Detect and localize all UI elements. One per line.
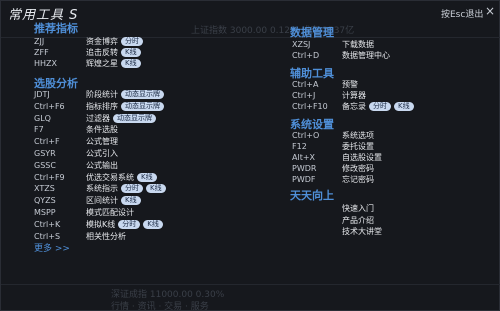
shortcut-key: Ctrl+J xyxy=(292,91,316,100)
mode-tag[interactable]: 动态显示牌 xyxy=(121,101,164,111)
shortcut-key: ZJJ xyxy=(34,37,45,46)
section-title: 系统设置 xyxy=(290,118,334,131)
mode-tag[interactable]: 分时 xyxy=(121,37,143,46)
tool-label: 公式管理 xyxy=(86,137,118,147)
shortcut-key: QYZS xyxy=(34,196,56,206)
tool-label: 条件选股 xyxy=(86,125,118,135)
shortcut-key: GSSC xyxy=(34,160,56,170)
shortcut-key: JDTJ xyxy=(34,90,50,99)
shortcut-key: Alt+X xyxy=(292,153,316,162)
close-icon[interactable]: × xyxy=(483,4,497,18)
tool-label: 模拟K线 xyxy=(86,219,116,229)
mode-tag[interactable]: K线 xyxy=(394,102,414,111)
tools-overlay-window: 上证指数 3000.00 0.12% 成交 2537亿 深证成指 11000.0… xyxy=(0,0,500,311)
section-title: 选股分析 xyxy=(34,77,78,90)
tool-label: 产品介绍 xyxy=(342,215,374,225)
shortcut-key: Ctrl+O xyxy=(292,131,320,140)
tool-label: 备忘录 xyxy=(342,102,366,111)
tool-label: 相关性分析 xyxy=(86,231,126,241)
tool-label: 计算器 xyxy=(342,91,366,100)
mode-tag[interactable]: K线 xyxy=(146,184,166,194)
mode-tag[interactable]: K线 xyxy=(121,59,141,68)
mode-tag[interactable]: K线 xyxy=(121,196,141,206)
section-title: 天天向上 xyxy=(290,189,334,202)
shortcut-key: GLQ xyxy=(34,113,51,123)
tool-label: 委托设置 xyxy=(342,142,374,151)
tool-label: 阶段统计 xyxy=(86,90,118,99)
tool-label: 辉煌之星 xyxy=(86,59,118,68)
mode-tag[interactable]: 分时 xyxy=(121,184,143,194)
section-title: 辅助工具 xyxy=(290,67,334,80)
shortcut-key: XTZS xyxy=(34,184,55,194)
tool-label: 过滤器 xyxy=(86,113,110,123)
shortcut-key: Ctrl+K xyxy=(34,219,61,229)
shortcut-key: PWDF xyxy=(292,175,316,184)
tool-label: 资金博弈 xyxy=(86,37,118,46)
shortcut-key: GSYR xyxy=(34,149,56,158)
shortcut-key: F7 xyxy=(34,125,44,135)
background-nav: 行情 · 资讯 · 交易 · 服务 xyxy=(111,302,209,311)
shortcut-key: F12 xyxy=(292,142,307,151)
shortcut-key: XZSJ xyxy=(292,40,311,49)
section-title: 推荐指标 xyxy=(34,22,78,35)
shortcut-key: ZFF xyxy=(34,48,49,57)
shortcut-key: Ctrl+F9 xyxy=(34,172,65,182)
shortcut-key: Ctrl+F10 xyxy=(292,102,328,111)
tool-label: 数据管理中心 xyxy=(342,51,390,60)
tool-label: 预警 xyxy=(342,80,358,89)
tool-label: 下载数据 xyxy=(342,40,374,49)
tool-label: 区间统计 xyxy=(86,196,118,206)
shortcut-key: HHZX xyxy=(34,59,57,68)
mode-tag[interactable]: 动态显示牌 xyxy=(121,90,164,99)
mode-tag[interactable]: K线 xyxy=(137,172,157,182)
tool-label: 快速入门 xyxy=(342,204,374,213)
tool-label: 优选交易系统 xyxy=(86,172,134,182)
shortcut-key: Ctrl+F6 xyxy=(34,101,65,111)
tool-label: 自选股设置 xyxy=(342,153,382,162)
mode-tag[interactable]: 动态显示牌 xyxy=(113,113,156,123)
shortcut-key: Ctrl+A xyxy=(292,80,319,89)
tool-label: 系统选项 xyxy=(342,131,374,140)
tool-label: 公式输出 xyxy=(86,160,118,170)
tool-label: 追击反转 xyxy=(86,48,118,57)
shortcut-key: PWDR xyxy=(292,164,317,173)
tool-label: 技术大讲堂 xyxy=(342,227,382,236)
tool-label: 系统指示 xyxy=(86,184,118,194)
mode-tag[interactable]: K线 xyxy=(143,219,163,229)
mode-tag[interactable]: 分时 xyxy=(369,102,391,111)
tool-label: 模式匹配设计 xyxy=(86,208,134,217)
shortcut-key: Ctrl+S xyxy=(34,231,61,241)
section-title: 数据管理 xyxy=(290,26,334,39)
shortcut-key: Ctrl+F xyxy=(34,137,60,147)
background-divider-2 xyxy=(1,284,500,285)
mode-tag[interactable]: 分时 xyxy=(118,219,141,229)
tool-label: 忘记密码 xyxy=(342,175,374,184)
shortcut-key: MSPP xyxy=(34,208,56,217)
background-divider xyxy=(1,37,500,38)
mode-tag[interactable]: K线 xyxy=(121,48,141,57)
esc-exit-hint[interactable]: 按Esc退出 xyxy=(441,7,483,20)
tool-label: 公式引入 xyxy=(86,149,118,158)
shortcut-key: Ctrl+D xyxy=(292,51,320,60)
tool-label: 修改密码 xyxy=(342,164,374,173)
tool-label: 指标排序 xyxy=(86,101,118,111)
more-link[interactable]: 更多 >> xyxy=(34,241,70,254)
